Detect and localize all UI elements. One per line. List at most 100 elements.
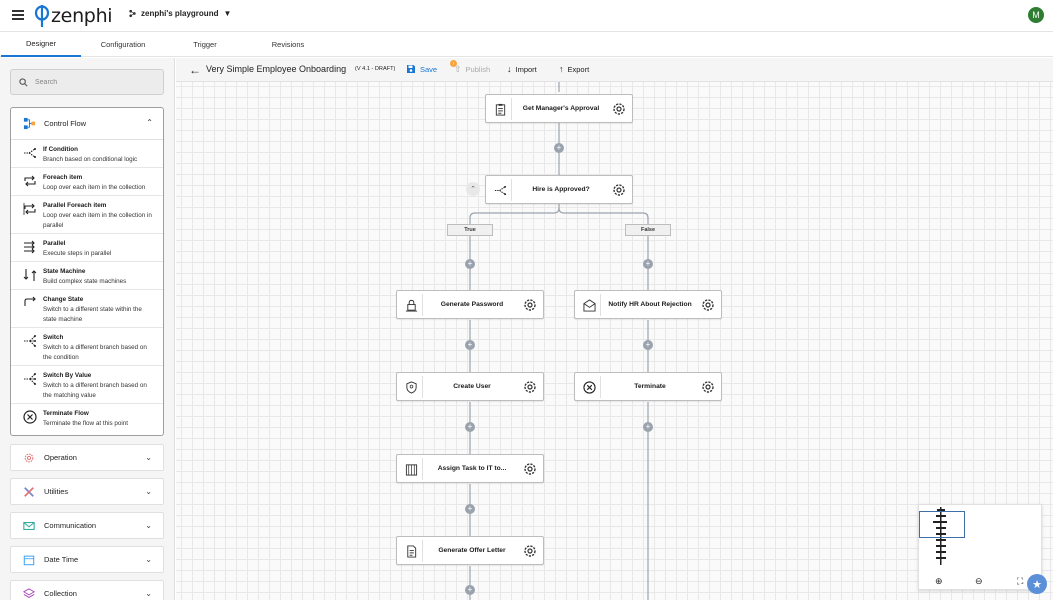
- minimap-viewport[interactable]: [919, 511, 965, 538]
- palette-search[interactable]: [10, 69, 164, 95]
- task-glyph: [405, 463, 417, 476]
- switch-icon: [24, 335, 36, 347]
- flow-node-terminate[interactable]: Terminate: [574, 372, 722, 401]
- tab-configuration[interactable]: Configuration: [83, 32, 163, 57]
- flow-node-assign-task[interactable]: Assign Task to IT to...: [396, 454, 544, 483]
- palette-item-if-condition[interactable]: If Condition Branch based on conditional…: [11, 140, 163, 168]
- task-icon: [400, 458, 423, 480]
- add-step-button[interactable]: +: [465, 259, 475, 269]
- palette-item-title: Parallel: [43, 240, 66, 247]
- chevron-down-icon: ⌄: [145, 487, 152, 496]
- fit-screen-icon[interactable]: ⛶: [1017, 576, 1023, 587]
- palette-item-desc: Loop over each item in the collection: [43, 184, 146, 191]
- parallel-loop-icon: [23, 203, 36, 215]
- password-glyph: [405, 299, 417, 312]
- designer-canvas[interactable]: ← Very Simple Employee Onboarding (V 4.1…: [176, 58, 1053, 600]
- flow-node-create-user[interactable]: Create User: [396, 372, 544, 401]
- user-avatar[interactable]: M: [1028, 7, 1044, 23]
- flow-version: (V 4.1 - DRAFT): [355, 66, 396, 72]
- zoom-in-icon[interactable]: ⊕: [935, 576, 943, 587]
- back-arrow-icon[interactable]: ←: [189, 63, 201, 77]
- palette-item-switch[interactable]: Switch Switch to a different branch base…: [11, 328, 163, 366]
- palette-item-title: State Machine: [43, 268, 86, 275]
- workspace-selector[interactable]: zenphi's playground ▼: [128, 9, 231, 18]
- add-step-button[interactable]: +: [643, 422, 653, 432]
- import-arrow-icon: ↓: [507, 64, 512, 74]
- zenphi-logo-icon: [34, 5, 50, 27]
- mail-glyph: [582, 298, 596, 312]
- category-operation[interactable]: Operation ⌄: [10, 444, 164, 471]
- add-step-button[interactable]: +: [465, 585, 475, 595]
- collapse-branch-button[interactable]: ⌃: [466, 182, 480, 196]
- category-label: Collection: [44, 589, 77, 598]
- tab-trigger[interactable]: Trigger: [165, 32, 245, 57]
- category-label: Utilities: [44, 487, 69, 496]
- add-step-button[interactable]: +: [465, 422, 475, 432]
- caret-down-icon: ▼: [223, 9, 232, 18]
- gear-icon[interactable]: [701, 298, 715, 312]
- palette-item-title: Parallel Foreach item: [43, 202, 107, 209]
- palette-item-parallel-foreach[interactable]: Parallel Foreach item Loop over each ite…: [11, 196, 163, 234]
- minimap[interactable]: ⊕ ⊖ ⛶: [918, 504, 1042, 590]
- help-star-icon[interactable]: ★: [1027, 574, 1047, 594]
- collection-layers-icon: [23, 587, 35, 598]
- add-step-button[interactable]: +: [643, 340, 653, 350]
- flow-node-generate-password[interactable]: Generate Password: [396, 290, 544, 319]
- chevron-down-icon: ⌄: [145, 589, 152, 598]
- category-label: Operation: [44, 453, 77, 462]
- add-step-button[interactable]: +: [554, 143, 564, 153]
- search-input[interactable]: [35, 78, 155, 86]
- import-button[interactable]: ↓ Import: [507, 64, 537, 74]
- palette-item-title: Change State: [43, 296, 84, 303]
- gear-icon[interactable]: [612, 183, 626, 197]
- gear-icon[interactable]: [523, 380, 537, 394]
- palette-item-foreach[interactable]: Foreach item Loop over each item in the …: [11, 168, 163, 196]
- flow-node-generate-offer-letter[interactable]: Generate Offer Letter: [396, 536, 544, 565]
- publish-warning-badge: !: [450, 60, 457, 67]
- category-date-time[interactable]: Date Time ⌄: [10, 546, 164, 573]
- tab-revisions[interactable]: Revisions: [248, 32, 328, 57]
- add-step-button[interactable]: +: [465, 504, 475, 514]
- app-logo[interactable]: zenphi: [34, 3, 113, 29]
- gear-icon[interactable]: [523, 462, 537, 476]
- palette-item-parallel[interactable]: Parallel Execute steps in parallel: [11, 234, 163, 262]
- category-label: Communication: [44, 521, 97, 530]
- tab-designer[interactable]: Designer: [1, 32, 81, 57]
- loop-icon: [24, 175, 36, 187]
- export-label: Export: [567, 64, 590, 74]
- password-icon: [400, 294, 423, 316]
- gear-icon[interactable]: [701, 380, 715, 394]
- flow-node-hire-is-approved[interactable]: Hire is Approved?: [485, 175, 633, 204]
- category-collection[interactable]: Collection ⌄: [10, 580, 164, 600]
- flow-node-notify-hr[interactable]: Notify HR About Rejection: [574, 290, 722, 319]
- palette-item-title: Switch: [43, 334, 64, 341]
- palette-item-title: Terminate Flow: [43, 410, 89, 417]
- palette-item-desc: Build complex state machines: [43, 278, 127, 285]
- control-flow-header[interactable]: Control Flow ⌃: [11, 108, 163, 140]
- mail-icon: [578, 294, 601, 316]
- add-step-button[interactable]: +: [465, 340, 475, 350]
- palette-item-terminate-flow[interactable]: Terminate Flow Terminate the flow at thi…: [11, 404, 163, 432]
- palette-item-desc: Branch based on conditional logic: [43, 156, 138, 163]
- palette-item-title: Switch By Value: [43, 372, 92, 379]
- chevron-up-icon: ⌃: [146, 118, 153, 127]
- category-communication[interactable]: Communication ⌄: [10, 512, 164, 539]
- palette-item-change-state[interactable]: Change State Switch to a different state…: [11, 290, 163, 328]
- gear-icon[interactable]: [523, 544, 537, 558]
- gear-icon[interactable]: [523, 298, 537, 312]
- publish-button[interactable]: ⇧ ! Publish: [450, 60, 490, 75]
- zoom-out-icon[interactable]: ⊖: [975, 576, 983, 587]
- export-button[interactable]: ↑ Export: [559, 64, 589, 74]
- chevron-down-icon: ⌄: [145, 453, 152, 462]
- menu-icon[interactable]: [12, 10, 24, 20]
- shield-glyph: [405, 380, 417, 394]
- gear-icon[interactable]: [612, 102, 626, 116]
- palette-item-state-machine[interactable]: State Machine Build complex state machin…: [11, 262, 163, 290]
- category-utilities[interactable]: Utilities ⌄: [10, 478, 164, 505]
- palette-item-title: Foreach item: [43, 174, 83, 181]
- save-button[interactable]: Save: [406, 64, 437, 74]
- workspace-icon: [129, 9, 136, 18]
- palette-item-switch-by-value[interactable]: Switch By Value Switch to a different br…: [11, 366, 163, 404]
- add-step-button[interactable]: +: [643, 259, 653, 269]
- flow-node-get-managers-approval[interactable]: Get Manager's Approval: [485, 94, 633, 123]
